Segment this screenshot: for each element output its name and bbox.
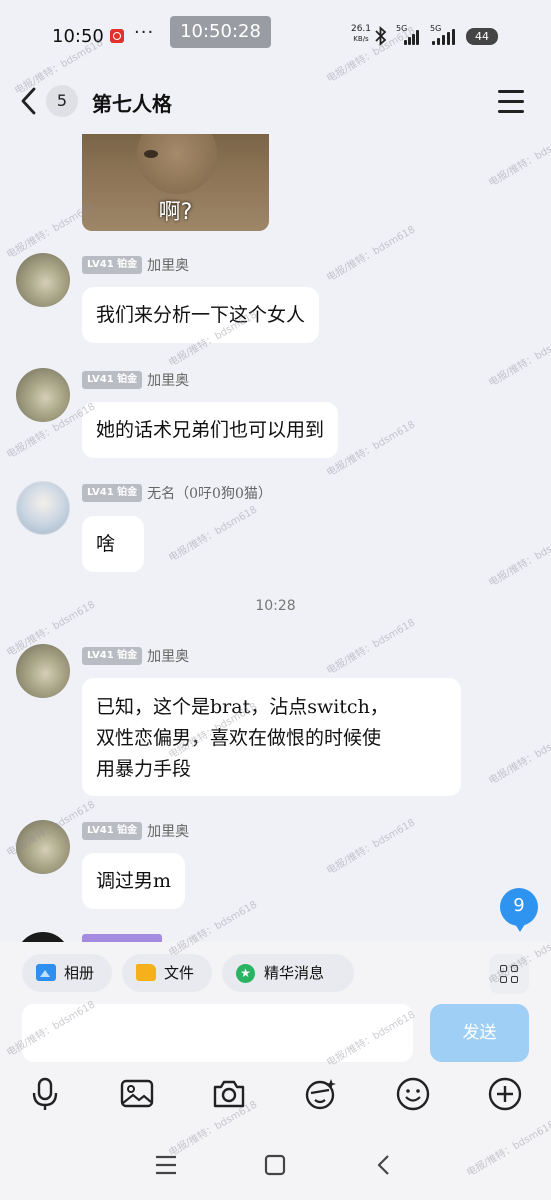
avatar[interactable]	[16, 644, 70, 698]
avatar[interactable]	[16, 481, 70, 535]
network-speed: 26.1 KB/s	[350, 24, 372, 44]
watermark: 电报/推特：bdsm618	[486, 529, 551, 590]
level-badge: LV41 铂金	[82, 370, 143, 389]
highlight-messages-button[interactable]: ★ 精华消息	[222, 954, 354, 992]
microphone-icon[interactable]	[27, 1076, 63, 1112]
more-notifications-icon: ···	[134, 22, 155, 43]
album-button[interactable]: 相册	[22, 954, 112, 992]
title-blur-overlay	[170, 78, 330, 122]
emoji-icon[interactable]	[395, 1076, 431, 1112]
status-bar: 10:50 ··· 10:50:28 26.1 KB/s 5G 5G 44	[0, 0, 551, 70]
watermark: 电报/推特：bdsm618	[486, 329, 551, 390]
sender-name[interactable]: 无名（0吇0狗0猫）	[147, 483, 272, 503]
sender-name[interactable]: 加里奥	[147, 255, 189, 275]
nav-back-icon[interactable]	[374, 1154, 394, 1176]
watermark: 电报/推特：bdsm618	[324, 617, 418, 678]
menu-icon[interactable]	[498, 90, 526, 114]
network-speed-unit: KB/s	[353, 35, 369, 43]
message-bubble[interactable]: 啥	[82, 516, 144, 572]
watermark: 电报/推特：bdsm618	[486, 129, 551, 190]
level-badge: LV41 铂金	[82, 255, 143, 274]
network-speed-value: 26.1	[350, 24, 372, 34]
cat-face-image	[137, 134, 217, 194]
folder-icon	[136, 964, 156, 981]
cat-nose	[144, 150, 158, 158]
signal-label-2: 5G	[430, 24, 442, 33]
chat-header: 5 第七人格	[0, 70, 551, 134]
message-bubble[interactable]: 调过男m	[82, 853, 186, 909]
image-icon[interactable]	[119, 1076, 155, 1112]
input-panel: 相册 文件 ★ 精华消息 发送	[0, 942, 551, 1200]
message-bubble[interactable]: 她的话术兄弟们也可以用到	[82, 402, 339, 458]
time-divider: 10:28	[255, 598, 296, 614]
watermark: 电报/推特：bdsm618	[324, 224, 418, 285]
message-line: 已知，这个是brat，沾点switch，	[96, 696, 389, 718]
photo-album-icon	[36, 964, 56, 981]
file-button[interactable]: 文件	[122, 954, 212, 992]
star-icon: ★	[236, 964, 255, 983]
signal-icon-2: 5G	[430, 24, 456, 45]
add-icon[interactable]	[487, 1076, 523, 1112]
bluetooth-icon	[375, 26, 387, 46]
message-input[interactable]	[22, 1004, 413, 1062]
avatar[interactable]	[16, 368, 70, 422]
message-line: 用暴力手段	[96, 758, 192, 780]
message-meta: LV41 铂金 加里奥	[82, 254, 189, 274]
message-meta: LV41 铂金 加里奥	[82, 369, 189, 389]
message-bubble[interactable]: 我们来分析一下这个女人	[82, 287, 320, 343]
message-meta: LV41 铂金 无名（0吇0狗0猫）	[82, 482, 272, 502]
sender-name[interactable]: 加里奥	[147, 370, 189, 390]
send-button[interactable]: 发送	[430, 1004, 529, 1062]
signal-label-1: 5G	[396, 24, 408, 33]
avatar[interactable]	[16, 253, 70, 307]
avatar[interactable]	[16, 820, 70, 874]
home-icon[interactable]	[264, 1154, 286, 1176]
level-badge: LV41 铂金	[82, 821, 143, 840]
album-label: 相册	[64, 964, 95, 982]
watermark: 电报/推特：bdsm618	[324, 817, 418, 878]
message-bubble[interactable]: 已知，这个是brat，沾点switch， 双性恋偏男，喜欢在做恨的时候使 用暴力…	[82, 678, 461, 796]
app-notification-icon	[110, 29, 124, 43]
watermark: 电报/推特：bdsm618	[486, 727, 551, 788]
level-badge: LV41 铂金	[82, 646, 143, 665]
new-messages-badge[interactable]: 9	[500, 888, 538, 932]
status-time: 10:50	[52, 26, 104, 47]
chat-title[interactable]: 第七人格	[92, 88, 172, 117]
signal-icon-1: 5G	[396, 24, 422, 45]
highlight-label: 精华消息	[264, 964, 325, 982]
file-label: 文件	[164, 964, 195, 982]
sender-name[interactable]: 加里奥	[147, 646, 189, 666]
more-apps-icon[interactable]	[489, 954, 529, 994]
battery-icon: 44	[466, 28, 498, 45]
message-meta: LV41 铂金 加里奥	[82, 820, 189, 840]
level-badge: LV41 铂金	[82, 483, 143, 502]
camera-icon[interactable]	[211, 1076, 247, 1112]
message-line: 双性恋偏男，喜欢在做恨的时候使	[96, 727, 382, 749]
image-caption: 啊?	[158, 200, 193, 225]
image-message[interactable]: 啊?	[82, 134, 269, 231]
back-icon[interactable]	[14, 84, 44, 118]
clock-overlay: 10:50:28	[170, 16, 271, 48]
sticker-icon[interactable]	[303, 1076, 339, 1112]
watermark: 电报/推特：bdsm618	[166, 504, 260, 565]
sender-name[interactable]: 加里奥	[147, 821, 189, 841]
unread-count-badge[interactable]: 5	[46, 85, 78, 117]
message-meta: LV41 铂金 加里奥	[82, 645, 189, 665]
recents-menu-icon[interactable]	[154, 1154, 178, 1176]
